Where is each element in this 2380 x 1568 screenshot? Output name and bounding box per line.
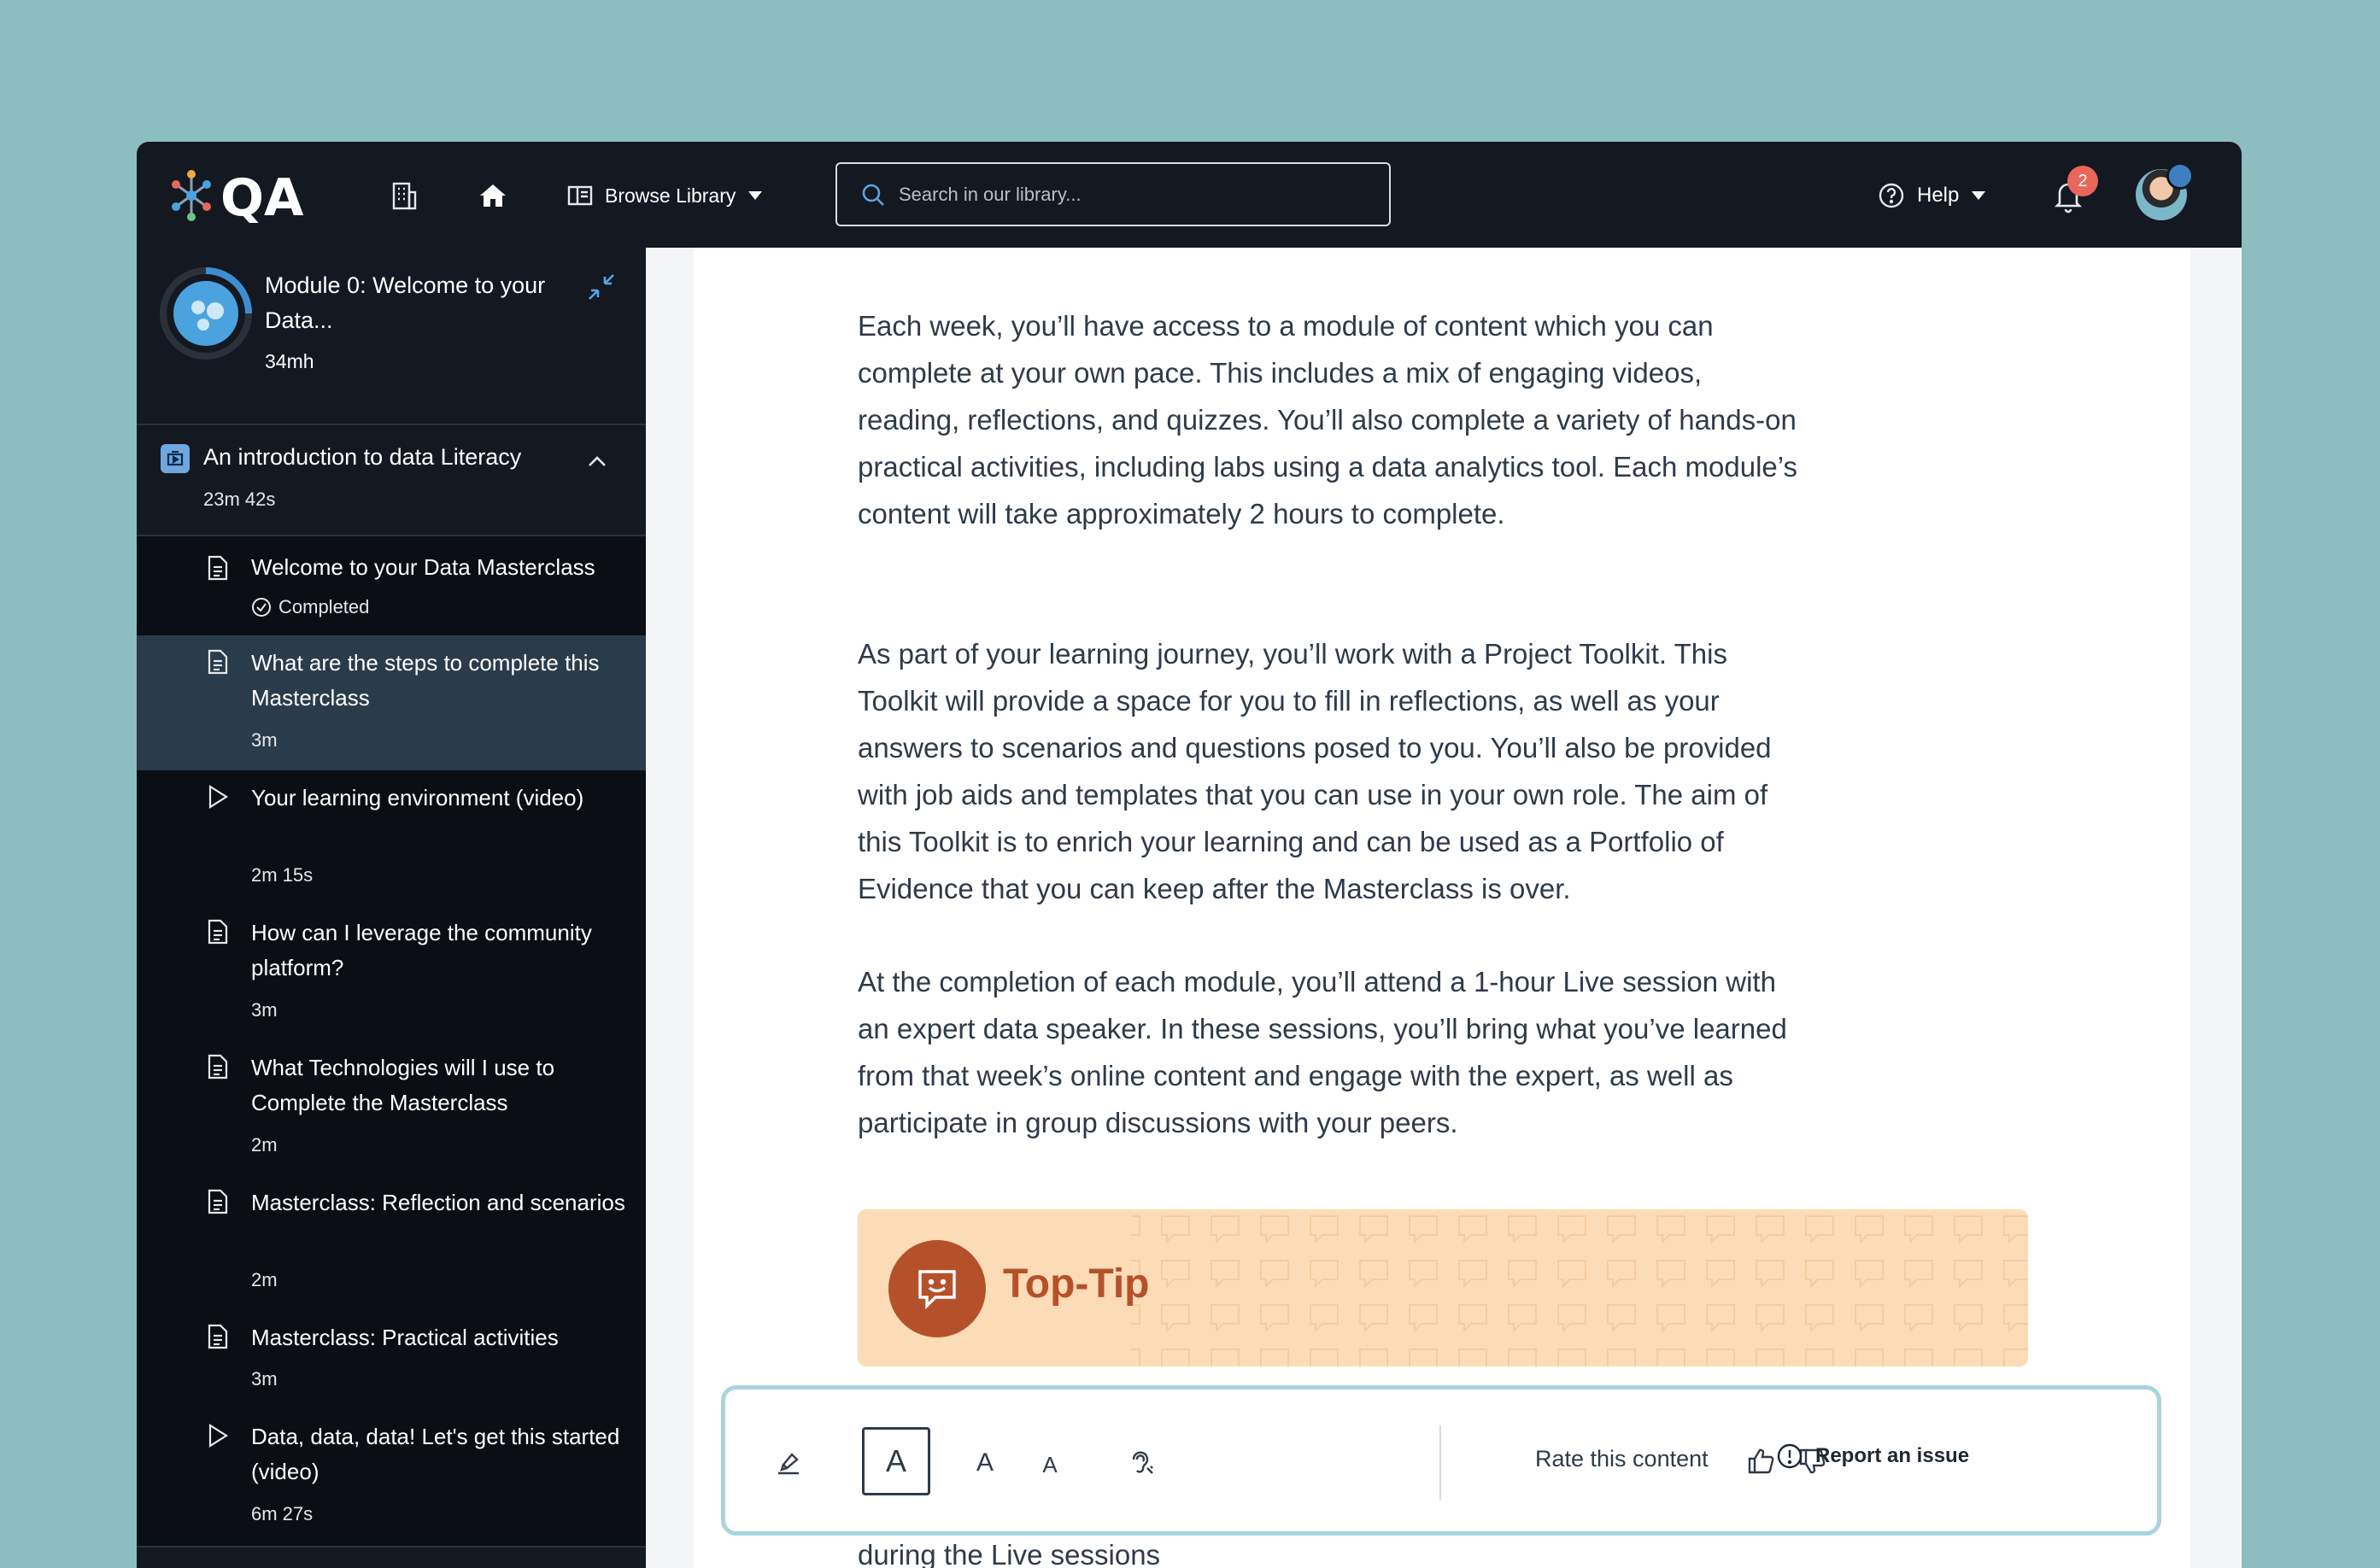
lesson-item[interactable]: How can I leverage the community platfor…: [137, 905, 646, 1040]
rate-content-label: Rate this content: [1535, 1446, 1709, 1471]
document-icon: [208, 1054, 228, 1079]
play-icon: [208, 785, 229, 809]
hearing-icon[interactable]: [1118, 1441, 1163, 1485]
home-icon[interactable]: [473, 176, 513, 215]
tip-title: Top-Tip: [1003, 1261, 1150, 1307]
document-icon: [208, 649, 228, 675]
section-title: An introduction to data Literacy: [203, 444, 522, 470]
lesson-duration: 2m 15s: [251, 864, 314, 886]
module-title: Module 0: Welcome to your Data...: [265, 272, 546, 333]
font-size-small-button[interactable]: A: [1031, 1446, 1069, 1483]
lesson-item[interactable]: Data, data, data! Let's get this started…: [137, 1409, 646, 1544]
document-icon: [208, 1324, 228, 1349]
font-size-medium-button[interactable]: A: [964, 1442, 1005, 1483]
document-icon: [208, 1189, 228, 1214]
help-label: Help: [1917, 184, 1960, 207]
app-window: QA Browse Library Search in our library.…: [137, 142, 2242, 1568]
content-paragraph: At the completion of each module, you’ll…: [858, 966, 1787, 1138]
lesson-item[interactable]: Masterclass: Practical activities 3m: [137, 1310, 646, 1409]
caret-down-icon: [748, 191, 763, 200]
lesson-title: How can I leverage the community platfor…: [251, 920, 592, 980]
play-icon: [208, 1424, 229, 1448]
search-input[interactable]: [899, 183, 1377, 206]
lesson-duration: 3m: [251, 1368, 278, 1390]
lesson-title: What Technologies will I use to Complete…: [251, 1055, 555, 1115]
content-toolbar: A A A Rate this content Report an issue: [721, 1385, 2161, 1536]
help-menu-button[interactable]: Help: [1878, 176, 1986, 215]
browse-library-button[interactable]: Browse Library: [567, 174, 763, 217]
lesson-title: Welcome to your Data Masterclass: [251, 554, 595, 580]
tip-chat-icon: [888, 1240, 986, 1337]
browse-library-label: Browse Library: [605, 184, 736, 207]
lesson-title: Masterclass: Practical activities: [251, 1325, 559, 1350]
next-section-header[interactable]: [137, 1546, 646, 1568]
lesson-status: Completed: [251, 596, 369, 618]
lesson-title: Data, data, data! Let's get this started…: [251, 1424, 620, 1484]
section-duration: 23m 42s: [203, 489, 276, 510]
lesson-title: Your learning environment (video): [251, 785, 584, 810]
lesson-item-active[interactable]: What are the steps to complete this Mast…: [137, 635, 646, 770]
lesson-duration: 3m: [251, 729, 278, 751]
lesson-duration: 2m: [251, 1269, 278, 1290]
document-icon: [208, 919, 228, 945]
thumbs-up-icon[interactable]: [1742, 1442, 1779, 1480]
section-video-icon: [161, 444, 190, 473]
lesson-duration: 2m: [251, 1134, 278, 1156]
lesson-item[interactable]: Your learning environment (video) 2m 15s: [137, 770, 646, 905]
top-tip-callout: Top-Tip: [858, 1209, 2028, 1366]
check-circle-icon: [252, 598, 271, 617]
notification-count-badge: 2: [2067, 166, 2098, 196]
lesson-duration: 6m 27s: [251, 1503, 314, 1524]
collapse-icon[interactable]: [586, 272, 617, 302]
help-circle-icon: [1879, 183, 1904, 208]
font-size-large-button[interactable]: A: [862, 1427, 930, 1495]
lesson-status-label: Completed: [278, 596, 370, 617]
avatar-status-icon: [2166, 162, 2194, 190]
logo-text: QA: [220, 168, 304, 225]
content-paragraph-partial: during the Live sessions: [858, 1539, 1161, 1568]
module-progress-icon: [160, 267, 252, 360]
caret-down-icon: [1972, 191, 1986, 200]
module-duration: 34mh: [265, 350, 314, 372]
report-issue-button[interactable]: Report an issue: [1776, 1442, 1969, 1470]
module-header: Module 0: Welcome to your Data... 34mh: [137, 248, 646, 425]
lesson-item[interactable]: What Technologies will I use to Complete…: [137, 1040, 646, 1175]
content-paragraph: As part of your learning journey, you’ll…: [858, 638, 1772, 904]
report-issue-label: Report an issue: [1815, 1444, 1970, 1467]
toolbar-divider: [1439, 1425, 1441, 1501]
logo-mark-icon: [172, 170, 211, 221]
library-icon: [567, 185, 593, 206]
top-navigation-bar: QA Browse Library Search in our library.…: [137, 142, 2242, 248]
lesson-duration: 3m: [251, 999, 278, 1021]
building-icon[interactable]: [384, 176, 424, 215]
qa-logo[interactable]: QA: [166, 166, 337, 228]
lesson-title: Masterclass: Reflection and scenarios: [251, 1190, 625, 1215]
highlighter-icon[interactable]: [768, 1442, 809, 1483]
lesson-content: Each week, you’ll have access to a modul…: [694, 248, 2190, 1568]
search-box[interactable]: [835, 162, 1391, 226]
course-sidebar: Module 0: Welcome to your Data... 34mh A…: [137, 248, 646, 1568]
content-paragraph: Each week, you’ll have access to a modul…: [858, 310, 1797, 529]
search-icon: [862, 184, 884, 206]
alert-circle-icon: [1777, 1443, 1803, 1469]
chevron-up-icon[interactable]: [584, 449, 610, 475]
lesson-item[interactable]: Masterclass: Reflection and scenarios 2m: [137, 1175, 646, 1310]
lesson-item[interactable]: Welcome to your Data Masterclass Complet…: [137, 536, 646, 635]
lesson-title: What are the steps to complete this Mast…: [251, 650, 600, 711]
section-header[interactable]: An introduction to data Literacy 23m 42s: [137, 425, 646, 536]
document-icon: [208, 555, 228, 581]
